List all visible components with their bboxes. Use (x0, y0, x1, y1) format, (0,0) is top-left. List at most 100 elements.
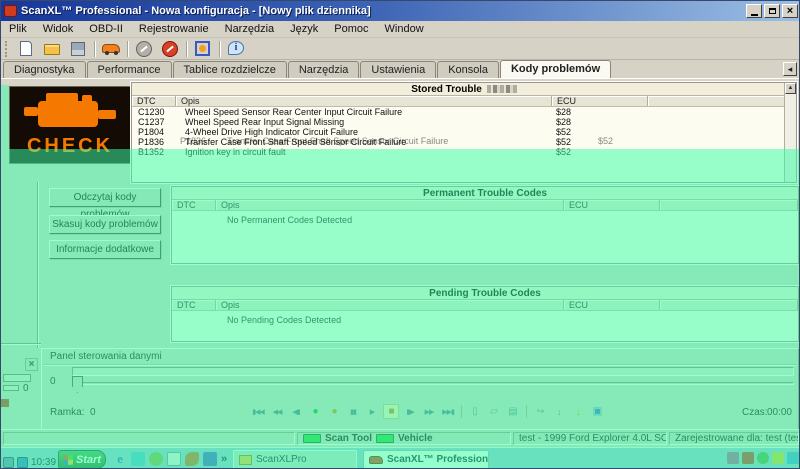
column-ecu[interactable]: ECU (552, 96, 648, 106)
column-opis[interactable]: Opis (216, 200, 564, 210)
column-extra[interactable] (660, 200, 798, 210)
ie-icon[interactable]: e (113, 452, 127, 466)
column-ecu[interactable]: ECU (564, 200, 660, 210)
menu-widok[interactable]: Widok (35, 22, 82, 36)
disconnect-button[interactable] (134, 40, 154, 58)
stored-caption-glitch: Codes (487, 85, 517, 93)
open-file-button[interactable] (42, 40, 62, 58)
step-back-button[interactable]: ◀▮ (288, 404, 304, 419)
table-row[interactable]: C1237 Wheel Speed Rear Input Signal Miss… (132, 117, 786, 127)
save-file-button[interactable] (68, 40, 88, 58)
vehicle-label: Vehicle (398, 433, 432, 444)
additional-info-button[interactable]: Informacje dodatkowe (49, 240, 161, 259)
tab-kody-problemow[interactable]: Kody problemów (500, 60, 611, 78)
tray-icon[interactable] (757, 452, 769, 464)
restore-icon (769, 8, 776, 14)
tab-tablice-rozdzielcze[interactable]: Tablice rozdzielcze (173, 61, 287, 78)
new-file-button[interactable] (16, 40, 36, 58)
export-button[interactable]: ↓ (551, 404, 567, 419)
skip-to-end-button[interactable]: ▶▶▮ (440, 404, 456, 419)
column-dtc[interactable]: DTC (172, 200, 216, 210)
record-alt-button[interactable]: ● (326, 404, 342, 419)
toolbar-grip[interactable] (5, 41, 8, 57)
vehicle-button[interactable] (101, 40, 121, 58)
menu-jezyk[interactable]: Język (282, 22, 326, 36)
pause-button[interactable]: ▮▮ (345, 404, 361, 419)
minimize-button[interactable] (746, 4, 762, 18)
tab-performance[interactable]: Performance (87, 61, 172, 78)
volume-icon[interactable] (772, 452, 784, 464)
new-log-button[interactable]: ▯ (467, 404, 483, 419)
taskbar-item-label: ScanXL™ Professional... (387, 454, 489, 465)
quick-launch-icon[interactable] (131, 452, 145, 466)
record-button[interactable]: ● (307, 404, 323, 419)
tab-konsola[interactable]: Konsola (437, 61, 499, 78)
fast-forward-button[interactable]: ▶▶ (421, 404, 437, 419)
read-codes-button[interactable]: Odczytaj kody problemów (49, 188, 161, 207)
menu-window[interactable]: Window (377, 22, 432, 36)
taskbar-item-scanxlpro[interactable]: ScanXLPro (233, 450, 357, 469)
skip-to-start-button[interactable]: ▮◀◀ (250, 404, 266, 419)
clear-codes-button[interactable]: Skasuj kody problemów (49, 215, 161, 234)
scroll-up-icon[interactable]: ▲ (785, 83, 796, 94)
table-row[interactable]: C1230 Wheel Speed Sensor Rear Center Inp… (132, 107, 786, 117)
menu-plik[interactable]: Plik (1, 22, 35, 36)
quick-launch-icon[interactable] (185, 452, 199, 466)
save-log-button[interactable]: ▤ (505, 404, 521, 419)
menu-narzedzia[interactable]: Narzędzia (217, 22, 283, 36)
status-bar: Scan Tool Vehicle test - 1999 Ford Explo… (1, 429, 800, 447)
quick-launch-icon[interactable] (149, 452, 163, 466)
toolbar-separator (186, 41, 187, 57)
window-view-button[interactable]: ▣ (589, 404, 605, 419)
send-button[interactable]: ↓ (570, 404, 586, 419)
left-panel-close-button[interactable]: × (25, 358, 38, 371)
tray-icon[interactable] (742, 452, 754, 464)
column-extra[interactable] (648, 96, 786, 106)
close-button[interactable]: × (782, 4, 798, 18)
menu-pomoc[interactable]: Pomoc (326, 22, 376, 36)
ecu-cell: $28 (552, 117, 648, 127)
column-dtc[interactable]: DTC (132, 96, 176, 106)
taskbar-item-scanxl[interactable]: ScanXL™ Professional... (363, 450, 489, 469)
start-button[interactable]: Start (58, 450, 106, 469)
slider-thumb[interactable] (72, 376, 83, 393)
tab-scroll-left-button[interactable]: ◂ (783, 62, 797, 76)
tray-icon[interactable] (727, 452, 739, 464)
menu-rejestrowanie[interactable]: Rejestrowanie (131, 22, 217, 36)
marker-button[interactable]: ↪ (532, 404, 548, 419)
tray-icon[interactable] (787, 452, 799, 464)
tab-diagnostyka[interactable]: Diagnostyka (3, 61, 86, 78)
table-row[interactable]: B1352 Ignition key in circuit fault $52 (132, 147, 786, 157)
stored-scrollbar[interactable]: ▲ (784, 83, 796, 182)
tray-app-icon[interactable] (3, 457, 14, 468)
folder-icon (239, 455, 252, 465)
rewind-button[interactable]: ◀◀ (269, 404, 285, 419)
column-opis[interactable]: Opis (216, 300, 564, 310)
quick-launch-icon[interactable] (167, 452, 181, 466)
quick-launch-overflow-chevron[interactable]: » (221, 453, 227, 465)
restore-button[interactable] (764, 4, 780, 18)
column-ecu[interactable]: ECU (564, 300, 660, 310)
tab-ustawienia[interactable]: Ustawienia (360, 61, 436, 78)
table-row[interactable]: P1836 Transfer Case Front Shaft Speed Se… (132, 137, 786, 147)
app-icon (4, 5, 17, 17)
column-opis[interactable]: Opis (176, 96, 552, 106)
menu-obd2[interactable]: OBD-II (81, 22, 131, 36)
connect-button[interactable] (160, 40, 180, 58)
column-dtc[interactable]: DTC (172, 300, 216, 310)
stop-button[interactable]: ■ (383, 404, 399, 419)
dashboard-button[interactable] (193, 40, 213, 58)
open-folder-icon (44, 44, 60, 55)
info-button[interactable]: i (226, 40, 246, 58)
tab-narzedzia[interactable]: Narzędzia (288, 61, 360, 78)
quick-launch-icon[interactable] (203, 452, 217, 466)
table-row[interactable]: P1804 4-Wheel Drive High Indicator Circu… (132, 127, 786, 137)
step-forward-button[interactable]: ▮▶ (402, 404, 418, 419)
slider-track[interactable] (72, 382, 794, 385)
play-button[interactable]: ▶ (364, 404, 380, 419)
tray-app-icon[interactable] (17, 457, 28, 468)
column-extra[interactable] (660, 300, 798, 310)
system-tray (727, 452, 799, 464)
open-log-button[interactable]: ▱ (486, 404, 502, 419)
status-cell-connections: Scan Tool Vehicle (297, 432, 511, 445)
